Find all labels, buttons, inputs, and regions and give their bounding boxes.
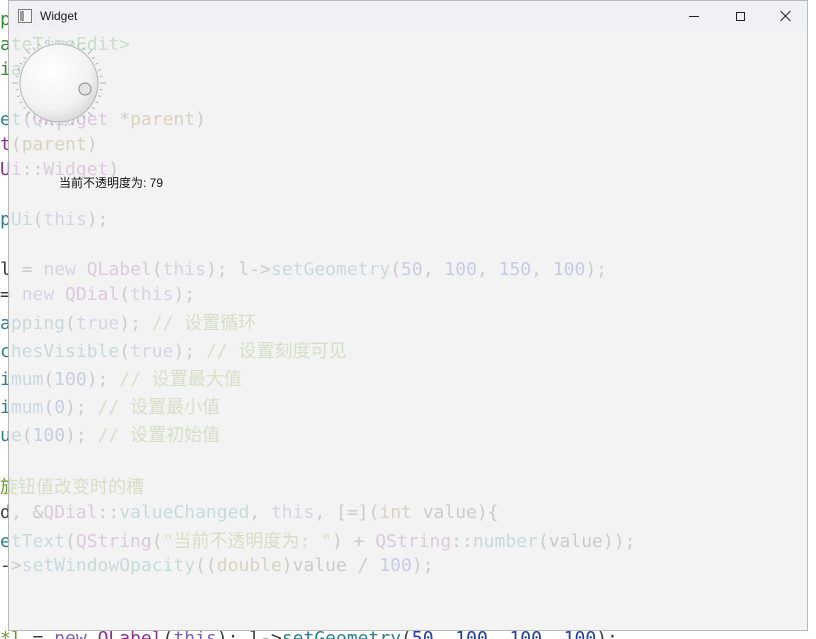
dial-notch [97,69,101,71]
window-title: Widget [40,9,78,23]
opacity-label: 当前不透明度为: 79 [59,176,164,190]
dial-notch [45,41,47,45]
dial-notch [38,119,41,123]
dial-notch [71,121,73,125]
close-button[interactable] [763,1,809,31]
dial-notch [38,43,41,47]
widget-window[interactable]: Widget 当前不透明度为: 79 [8,0,808,631]
dial-notch [82,115,86,119]
dial-notch [45,121,47,125]
dial-notch [17,69,21,71]
dial-notch [97,95,101,97]
dial-notch [23,56,27,60]
title-bar[interactable]: Widget [9,1,807,31]
dial-notch [71,41,73,45]
dial-notch [25,49,31,55]
dial-notch [87,49,93,55]
maximize-button[interactable] [717,1,763,31]
dial-notch [19,62,23,65]
dial-notch [32,47,36,51]
app-icon [18,9,32,23]
dial-notch [95,101,99,104]
close-icon [780,10,792,22]
dial-notch [19,101,23,104]
dial-notch [77,119,80,123]
dial-notch [91,56,95,60]
dial-handle[interactable] [78,82,92,96]
dial-notch [91,106,95,110]
minimize-button[interactable] [671,1,717,31]
dial-notch [77,43,80,47]
dial-notch [17,95,21,97]
dial-notch [23,106,27,110]
dial-notch [87,111,93,117]
minimize-icon [689,15,699,17]
opacity-dial[interactable] [9,41,109,141]
dial-notch [25,111,31,117]
dial-notch [82,47,86,51]
maximize-icon [735,11,745,21]
dial-notch [95,62,99,65]
dial-notch [32,115,36,119]
